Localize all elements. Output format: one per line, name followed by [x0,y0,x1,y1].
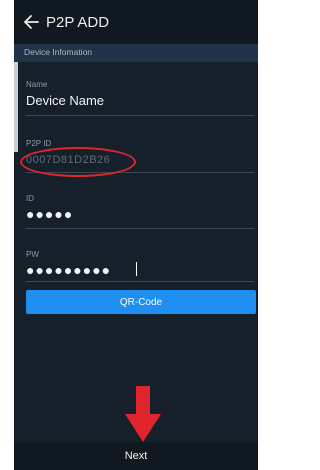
text-caret [136,262,137,276]
name-field[interactable]: Device Name [26,93,104,108]
pw-underline [26,281,254,282]
down-arrow-annotation-icon [125,386,161,442]
id-label: ID [26,194,34,203]
qr-code-button[interactable]: QR-Code [26,290,256,314]
id-underline [26,228,254,229]
app-screen: P2P ADD Device Infomation Name Device Na… [14,0,258,470]
back-arrow-icon[interactable] [22,12,42,32]
name-label: Name [26,80,48,89]
section-label: Device Infomation [24,47,93,57]
next-button[interactable]: Next [14,442,258,470]
top-bar: P2P ADD [14,0,258,44]
pw-label: PW [26,250,39,259]
next-button-label: Next [124,450,148,462]
name-underline [26,115,254,116]
page-title: P2P ADD [46,14,110,31]
section-header: Device Infomation [14,44,258,62]
p2p-id-label: P2P ID [26,139,52,148]
scroll-indicator [14,62,18,152]
pw-field[interactable]: ●●●●●●●●● [26,262,111,278]
annotation-circle [20,147,136,177]
id-field[interactable]: ●●●●● [26,206,73,222]
